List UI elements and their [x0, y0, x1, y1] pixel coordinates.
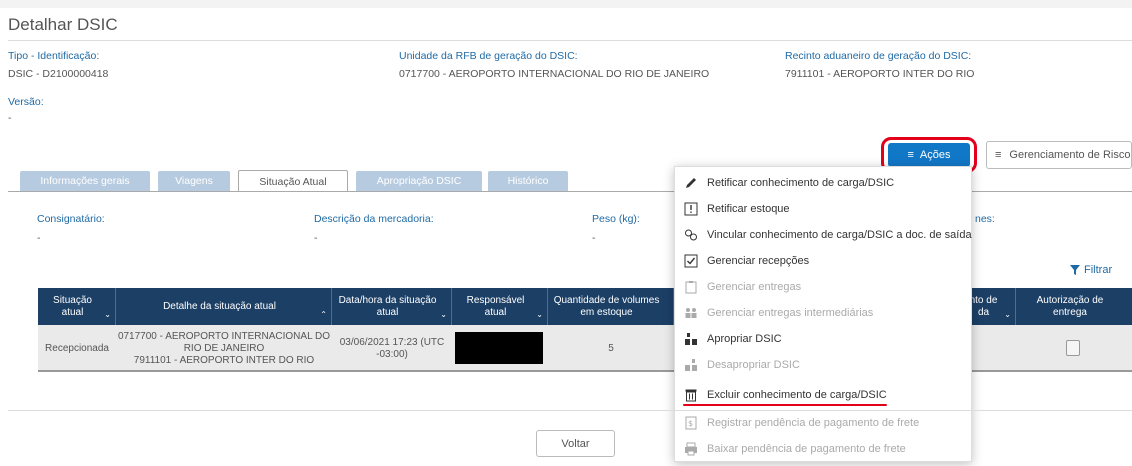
- peso-value: -: [592, 232, 596, 244]
- clipboard-icon: [683, 279, 699, 295]
- title-divider: [8, 40, 1132, 41]
- sort-icon: ⌄: [104, 310, 111, 319]
- menu-item-gerenciar-recepcoes[interactable]: Gerenciar recepções: [683, 250, 809, 272]
- recinto-label: Recinto aduaneiro de geração do DSIC:: [785, 50, 972, 62]
- checkbox-icon: [683, 253, 699, 269]
- risco-label: Gerenciamento de Risco: [1009, 149, 1131, 161]
- versao-label: Versão:: [8, 96, 44, 108]
- th-data-hora[interactable]: Data/hora da situação atual ⌄: [332, 288, 452, 325]
- menu-item-registrar-pendencia: $ Registrar pendência de pagamento de fr…: [683, 412, 919, 434]
- sort-icon: ⌄: [440, 310, 447, 319]
- page-title: Detalhar DSIC: [8, 15, 118, 34]
- descricao-label: Descrição da mercadoria:: [314, 213, 434, 225]
- tab-situacao-atual[interactable]: Situação Atual: [238, 170, 348, 192]
- menu-item-apropriar-dsic[interactable]: Apropriar DSIC: [683, 328, 782, 350]
- trash-icon: [683, 387, 699, 403]
- bottom-divider: [8, 410, 1132, 411]
- tab-apropriacao-dsic[interactable]: Apropriação DSIC: [356, 171, 482, 191]
- acoes-dropdown-menu: Retificar conhecimento de carga/DSIC Ret…: [674, 166, 972, 462]
- exclamation-box-icon: [683, 201, 699, 217]
- th-detalhe[interactable]: Detalhe da situação atual ⌃: [116, 288, 332, 325]
- th-quantidade[interactable]: Quantidade de volumes em estoque: [548, 288, 674, 325]
- printer-icon: [683, 441, 699, 457]
- filtrar-link[interactable]: Filtrar: [1070, 264, 1112, 276]
- sort-icon: ⌄: [1004, 310, 1011, 319]
- tipo-label: Tipo - Identificação:: [8, 50, 100, 62]
- descricao-value: -: [314, 232, 318, 244]
- cell-detalhe: 0717700 - AEROPORTO INTERNACIONAL DO RIO…: [117, 330, 331, 366]
- menu-item-retificar-estoque[interactable]: Retificar estoque: [683, 198, 790, 220]
- voltar-button[interactable]: Voltar: [536, 430, 615, 457]
- menu-item-desapropriar-dsic: Desapropriar DSIC: [683, 354, 800, 376]
- menu-item-gerenciar-entregas: Gerenciar entregas: [683, 276, 801, 298]
- tab-viagens[interactable]: Viagens: [158, 171, 230, 191]
- cell-quantidade: 5: [608, 342, 614, 354]
- menu-item-gerenciar-entregas-intermediarias: Gerenciar entregas intermediárias: [683, 302, 873, 324]
- document-icon[interactable]: [1066, 340, 1080, 356]
- highlight-underline: [683, 404, 887, 406]
- cell-situacao: Recepcionada: [45, 342, 109, 354]
- filter-icon: [1070, 265, 1080, 275]
- sort-icon: ⌃: [320, 310, 327, 319]
- tab-informacoes-gerais[interactable]: Informações gerais: [20, 171, 150, 191]
- unidade-label: Unidade da RFB de geração do DSIC:: [399, 50, 578, 62]
- pencil-icon: [683, 175, 699, 191]
- menu-lines-icon: ≡: [995, 149, 1002, 161]
- redacted-responsavel: [455, 332, 543, 364]
- partial-label: nes:: [975, 213, 995, 225]
- peso-label: Peso (kg):: [592, 213, 640, 225]
- unidade-value: 0717700 - AEROPORTO INTERNACIONAL DO RIO…: [399, 68, 710, 80]
- filtrar-label: Filtrar: [1084, 264, 1113, 276]
- people-icon: [683, 305, 699, 321]
- consignatario-label: Consignatário:: [37, 213, 105, 225]
- menu-item-retificar-conhecimento[interactable]: Retificar conhecimento de carga/DSIC: [683, 172, 894, 194]
- gerenciamento-risco-button[interactable]: ≡ Gerenciamento de Risco: [986, 141, 1132, 169]
- consignatario-value: -: [37, 232, 41, 244]
- svg-text:$: $: [688, 419, 693, 428]
- menu-item-vincular[interactable]: Vincular conhecimento de carga/DSIC a do…: [683, 224, 972, 246]
- link-icon: [683, 227, 699, 243]
- th-autorizacao[interactable]: Autorização de entrega: [1016, 288, 1132, 325]
- versao-value: -: [8, 112, 12, 124]
- th-situacao[interactable]: Situação atual ⌄: [38, 288, 116, 325]
- th-responsavel[interactable]: Responsável atual ⌄: [452, 288, 548, 325]
- deallocate-icon: [683, 357, 699, 373]
- allocate-icon: [683, 331, 699, 347]
- money-doc-icon: $: [683, 415, 699, 431]
- tab-historico[interactable]: Histórico: [488, 171, 568, 191]
- sort-icon: ⌄: [536, 310, 543, 319]
- tipo-value: DSIC - D2100000418: [8, 68, 109, 80]
- recinto-value: 7911101 - AEROPORTO INTER DO RIO: [785, 68, 975, 80]
- cell-data-hora: 03/06/2021 17:23 (UTC -03:00): [339, 336, 445, 360]
- menu-item-baixar-pendencia: Baixar pendência de pagamento de frete: [683, 438, 906, 460]
- menu-item-excluir[interactable]: Excluir conhecimento de carga/DSIC: [683, 384, 887, 406]
- top-strip: [0, 0, 1132, 8]
